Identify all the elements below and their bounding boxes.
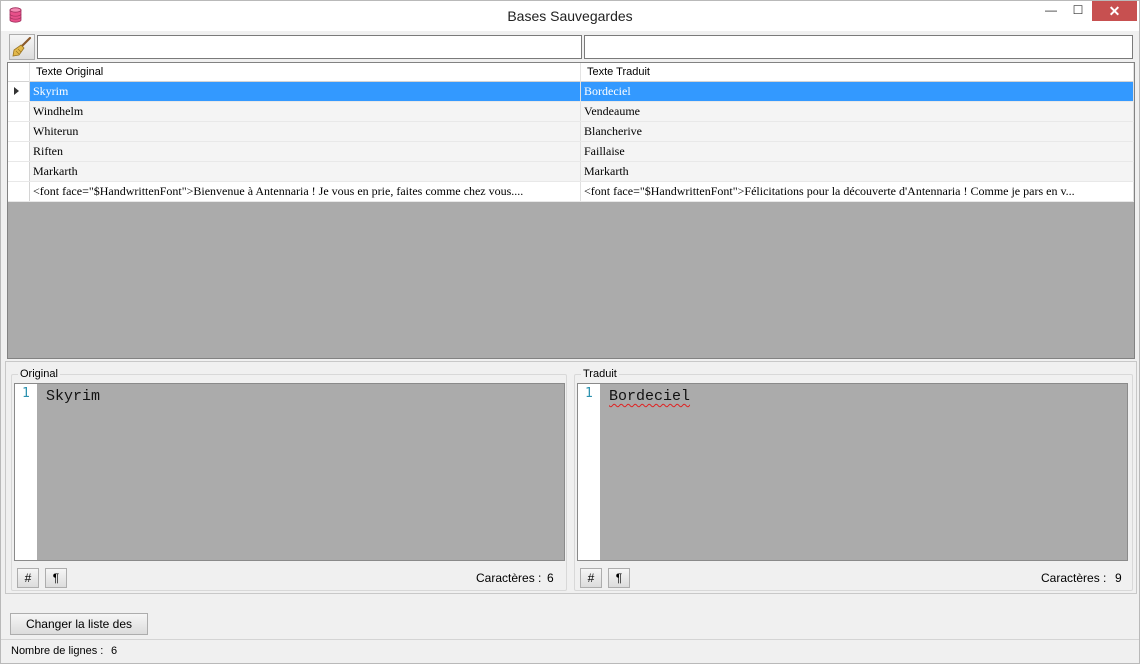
- cell-original[interactable]: <font face="$HandwrittenFont">Bienvenue …: [30, 182, 581, 201]
- row-count-label: Nombre de lignes :: [11, 645, 104, 657]
- change-base-list-button[interactable]: Changer la liste des bases: [10, 613, 148, 651]
- grid-rows: Skyrim Bordeciel Windhelm Vendeaume Whit…: [8, 82, 1134, 202]
- show-whitespace-toggle-button[interactable]: ¶: [45, 568, 67, 588]
- cell-original[interactable]: Skyrim: [30, 82, 581, 101]
- cell-translated[interactable]: Vendeaume: [581, 102, 1134, 121]
- table-row[interactable]: Windhelm Vendeaume: [8, 102, 1134, 122]
- char-count-label: Caractères :: [1041, 571, 1107, 585]
- translated-editor[interactable]: 1 Bordeciel: [577, 383, 1128, 561]
- cell-translated[interactable]: Blancherive: [581, 122, 1134, 141]
- filter-translated-input[interactable]: [584, 35, 1133, 59]
- table-row[interactable]: Markarth Markarth: [8, 162, 1134, 182]
- clear-filter-button[interactable]: [9, 34, 35, 60]
- current-row-arrow-icon: [14, 87, 19, 95]
- maximize-button[interactable]: ☐: [1064, 1, 1092, 21]
- main-window: Bases Sauvegardes — ☐ ✕ Texte Original T…: [0, 0, 1140, 664]
- editors-panel: Original 1 Skyrim # ¶ Caractères : 6 Tra…: [5, 361, 1137, 594]
- table-row[interactable]: <font face="$HandwrittenFont">Bienvenue …: [8, 182, 1134, 202]
- translations-grid[interactable]: Texte Original Texte Traduit Skyrim Bord…: [7, 62, 1135, 359]
- row-header[interactable]: [8, 82, 30, 101]
- cell-original[interactable]: Markarth: [30, 162, 581, 181]
- table-row[interactable]: Riften Faillaise: [8, 142, 1134, 162]
- char-count-value: 9: [1115, 571, 1122, 585]
- cell-translated[interactable]: Faillaise: [581, 142, 1134, 161]
- original-editor-text[interactable]: Skyrim: [46, 388, 100, 405]
- row-header[interactable]: [8, 142, 30, 161]
- cell-translated[interactable]: Markarth: [581, 162, 1134, 181]
- grid-header: Texte Original Texte Traduit: [8, 63, 1134, 82]
- show-whitespace-toggle-button[interactable]: ¶: [608, 568, 630, 588]
- row-header[interactable]: [8, 102, 30, 121]
- row-header[interactable]: [8, 182, 30, 201]
- row-count-value: 6: [111, 645, 118, 657]
- translated-groupbox: Traduit 1 Bordeciel # ¶ Caractères : 9: [574, 368, 1133, 591]
- cell-original[interactable]: Riften: [30, 142, 581, 161]
- column-header-translated[interactable]: Texte Traduit: [581, 63, 1134, 82]
- row-header[interactable]: [8, 162, 30, 181]
- line-number: 1: [22, 386, 30, 401]
- table-row[interactable]: Skyrim Bordeciel: [8, 82, 1134, 102]
- close-button[interactable]: ✕: [1092, 1, 1137, 21]
- column-header-original[interactable]: Texte Original: [30, 63, 581, 82]
- char-count-value: 6: [547, 571, 554, 585]
- cell-original[interactable]: Whiterun: [30, 122, 581, 141]
- status-bar: Nombre de lignes : 6: [1, 639, 1139, 663]
- line-number-gutter: 1: [578, 384, 600, 560]
- cell-translated[interactable]: Bordeciel: [581, 82, 1134, 101]
- title-bar: Bases Sauvegardes — ☐ ✕: [1, 1, 1139, 31]
- cell-translated[interactable]: <font face="$HandwrittenFont">Félicitati…: [581, 182, 1134, 201]
- line-number: 1: [585, 386, 593, 401]
- row-header[interactable]: [8, 122, 30, 141]
- char-count-label: Caractères :: [476, 571, 542, 585]
- original-groupbox: Original 1 Skyrim # ¶ Caractères : 6: [11, 368, 567, 591]
- filter-original-input[interactable]: [37, 35, 582, 59]
- filter-row: [7, 32, 1135, 62]
- window-title: Bases Sauvegardes: [507, 8, 633, 24]
- line-numbers-toggle-button[interactable]: #: [17, 568, 39, 588]
- broom-icon: [12, 36, 32, 57]
- original-legend: Original: [18, 368, 60, 380]
- translated-legend: Traduit: [581, 368, 619, 380]
- table-row[interactable]: Whiterun Blancherive: [8, 122, 1134, 142]
- translated-editor-text[interactable]: Bordeciel: [609, 388, 690, 405]
- minimize-button[interactable]: —: [1037, 1, 1065, 21]
- original-editor[interactable]: 1 Skyrim: [14, 383, 565, 561]
- cell-original[interactable]: Windhelm: [30, 102, 581, 121]
- header-corner[interactable]: [8, 63, 30, 82]
- line-numbers-toggle-button[interactable]: #: [580, 568, 602, 588]
- line-number-gutter: 1: [15, 384, 37, 560]
